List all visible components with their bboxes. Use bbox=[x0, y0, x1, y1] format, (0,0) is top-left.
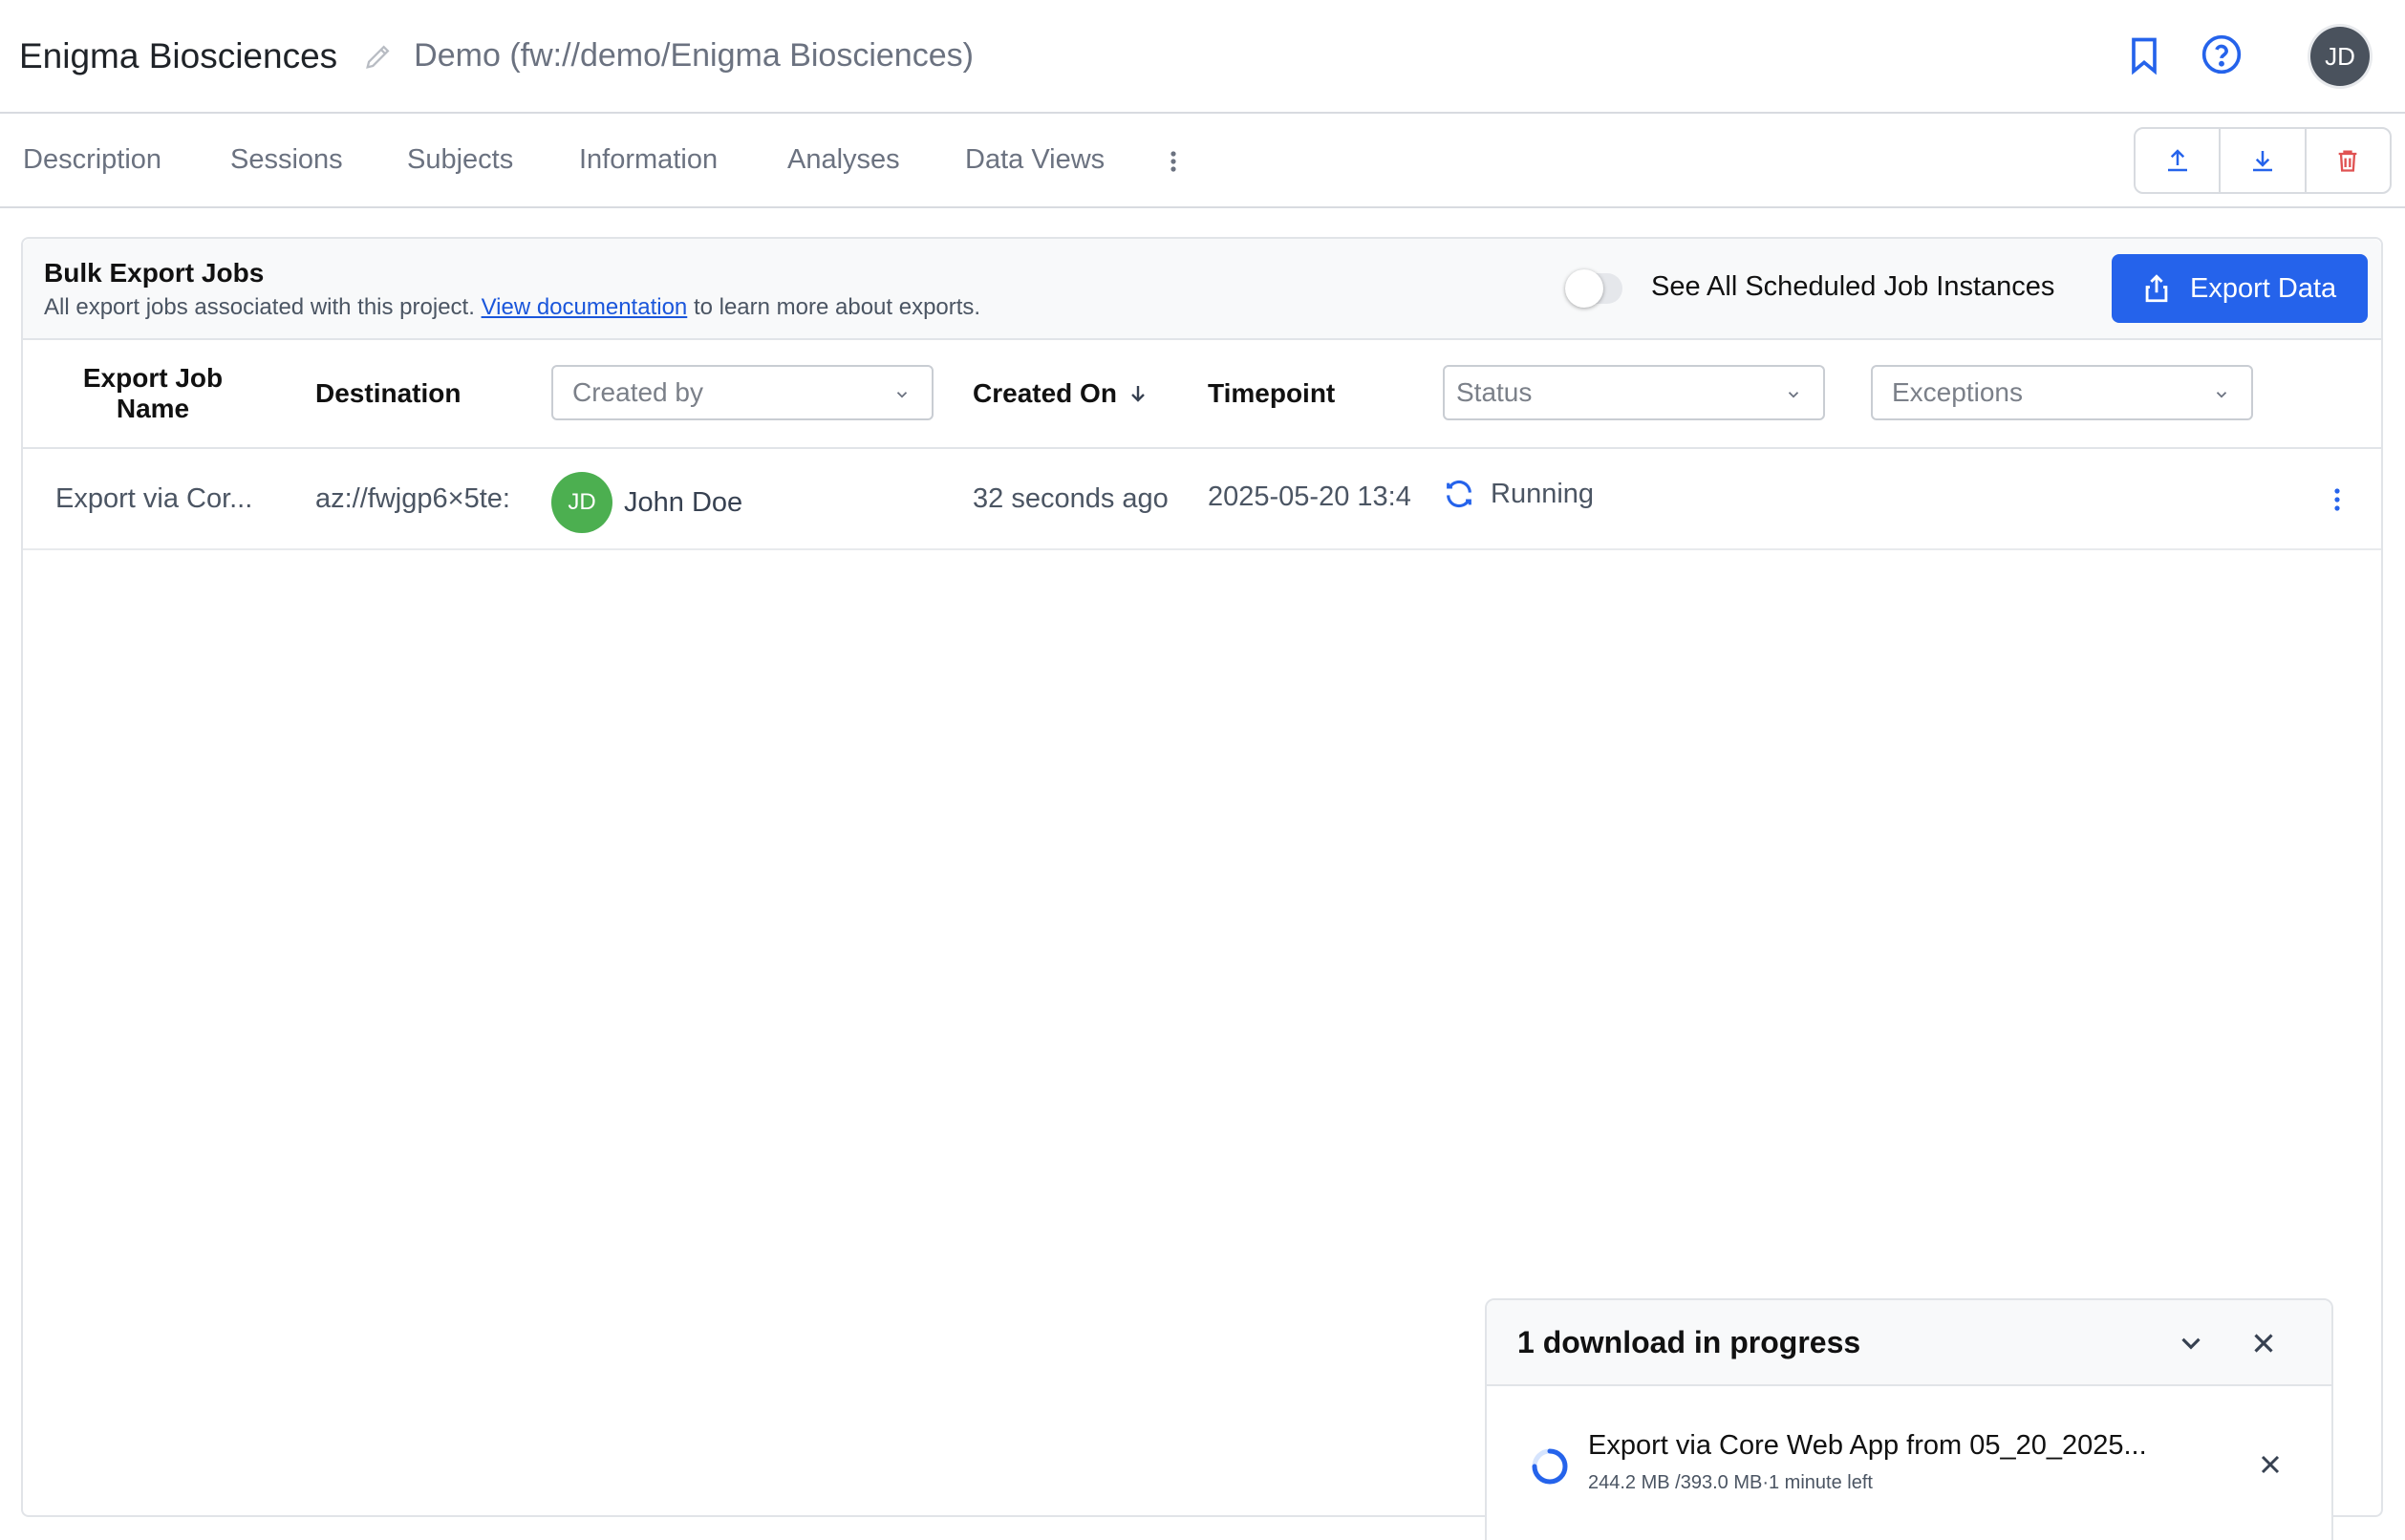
status-text: Running bbox=[1491, 478, 1595, 509]
cancel-download-icon[interactable] bbox=[2255, 1449, 2286, 1485]
collapse-icon[interactable] bbox=[2175, 1327, 2207, 1364]
trash-icon bbox=[2338, 150, 2357, 172]
close-icon[interactable] bbox=[2247, 1327, 2280, 1364]
project-toolbar bbox=[2134, 127, 2392, 194]
status-placeholder: Status bbox=[1456, 377, 1533, 407]
created-by-filter[interactable]: Created by bbox=[551, 365, 934, 420]
upload-button[interactable] bbox=[2136, 129, 2222, 192]
panel-subtitle: All export jobs associated with this pro… bbox=[44, 294, 980, 321]
sort-desc-icon bbox=[1131, 386, 1145, 402]
project-path: Demo (fw://demo/Enigma Biosciences) bbox=[414, 37, 974, 74]
share-icon bbox=[2145, 274, 2168, 303]
exceptions-filter[interactable]: Exceptions bbox=[1871, 365, 2253, 420]
job-destination: az://fwjgp6×5te: bbox=[315, 483, 510, 514]
created-by-placeholder: Created by bbox=[572, 377, 703, 407]
download-item: Export via Core Web App from 05_20_2025.… bbox=[1487, 1386, 2331, 1540]
chevron-down-icon bbox=[1788, 392, 1799, 398]
table-row[interactable]: Export via Cor... az://fwjgp6×5te: JD Jo… bbox=[23, 449, 2381, 550]
tab-description[interactable]: Description bbox=[23, 144, 161, 176]
created-on-label: Created On bbox=[973, 378, 1117, 408]
exceptions-placeholder: Exceptions bbox=[1892, 377, 2023, 407]
toggle-knob bbox=[1565, 269, 1603, 308]
download-button[interactable] bbox=[2221, 129, 2307, 192]
tab-data-views[interactable]: Data Views bbox=[965, 144, 1105, 176]
download-icon bbox=[2252, 151, 2272, 172]
timepoint-value: 2025-05-20 13:4 bbox=[1208, 481, 1411, 512]
status-badge: Running bbox=[1443, 478, 1594, 510]
avatar: JD bbox=[551, 472, 612, 533]
download-tray-header: 1 download in progress bbox=[1487, 1300, 2331, 1386]
refresh-icon bbox=[1447, 480, 1471, 508]
project-title: Enigma Biosciences bbox=[19, 35, 338, 75]
pencil-icon[interactable] bbox=[362, 40, 395, 73]
user-name: John Doe bbox=[624, 486, 743, 518]
user-avatar[interactable]: JD bbox=[2310, 27, 2370, 86]
bookmark-icon[interactable] bbox=[2123, 34, 2165, 76]
column-header-name[interactable]: Export Job Name bbox=[76, 363, 229, 424]
chevron-down-icon bbox=[2216, 392, 2227, 398]
tab-subjects[interactable]: Subjects bbox=[407, 144, 513, 176]
tab-information[interactable]: Information bbox=[579, 144, 718, 176]
upload-icon bbox=[2167, 149, 2187, 172]
subtitle-prefix: All export jobs associated with this pro… bbox=[44, 294, 475, 320]
scheduled-jobs-toggle[interactable] bbox=[1565, 269, 1622, 308]
download-tray: 1 download in progress Export via Core W… bbox=[1485, 1298, 2333, 1540]
help-icon[interactable] bbox=[2201, 33, 2243, 75]
export-data-label: Export Data bbox=[2190, 272, 2337, 304]
view-documentation-link[interactable]: View documentation bbox=[482, 294, 688, 320]
panel-header: Bulk Export Jobs All export jobs associa… bbox=[23, 239, 2381, 340]
toggle-label: See All Scheduled Job Instances bbox=[1651, 271, 2055, 302]
column-header-created-on[interactable]: Created On bbox=[973, 378, 1149, 409]
column-header-timepoint[interactable]: Timepoint bbox=[1208, 378, 1335, 409]
tab-analyses[interactable]: Analyses bbox=[787, 144, 900, 176]
spinner-icon bbox=[1531, 1447, 1569, 1490]
created-on-value: 32 seconds ago bbox=[973, 483, 1169, 514]
download-progress-text: 244.2 MB /393.0 MB·1 minute left bbox=[1588, 1472, 1873, 1493]
created-by-user: JD John Doe bbox=[551, 472, 742, 533]
delete-button[interactable] bbox=[2307, 129, 2390, 192]
status-filter[interactable]: Status bbox=[1443, 365, 1825, 420]
subtitle-suffix: to learn more about exports. bbox=[693, 294, 981, 320]
project-header: Enigma Biosciences Demo (fw://demo/Enigm… bbox=[0, 0, 2405, 114]
tab-sessions[interactable]: Sessions bbox=[230, 144, 343, 176]
panel-title: Bulk Export Jobs bbox=[44, 258, 265, 288]
download-name: Export via Core Web App from 05_20_2025.… bbox=[1588, 1430, 2147, 1461]
download-tray-title: 1 download in progress bbox=[1517, 1325, 1861, 1359]
more-tabs-icon[interactable] bbox=[1168, 147, 1179, 176]
chevron-down-icon bbox=[896, 392, 908, 398]
export-data-button[interactable]: Export Data bbox=[2112, 254, 2368, 323]
project-tabs: Description Sessions Subjects Informatio… bbox=[0, 116, 2405, 208]
row-actions-icon[interactable] bbox=[2331, 485, 2343, 514]
column-header-destination[interactable]: Destination bbox=[315, 378, 461, 409]
job-name: Export via Cor... bbox=[55, 483, 253, 514]
